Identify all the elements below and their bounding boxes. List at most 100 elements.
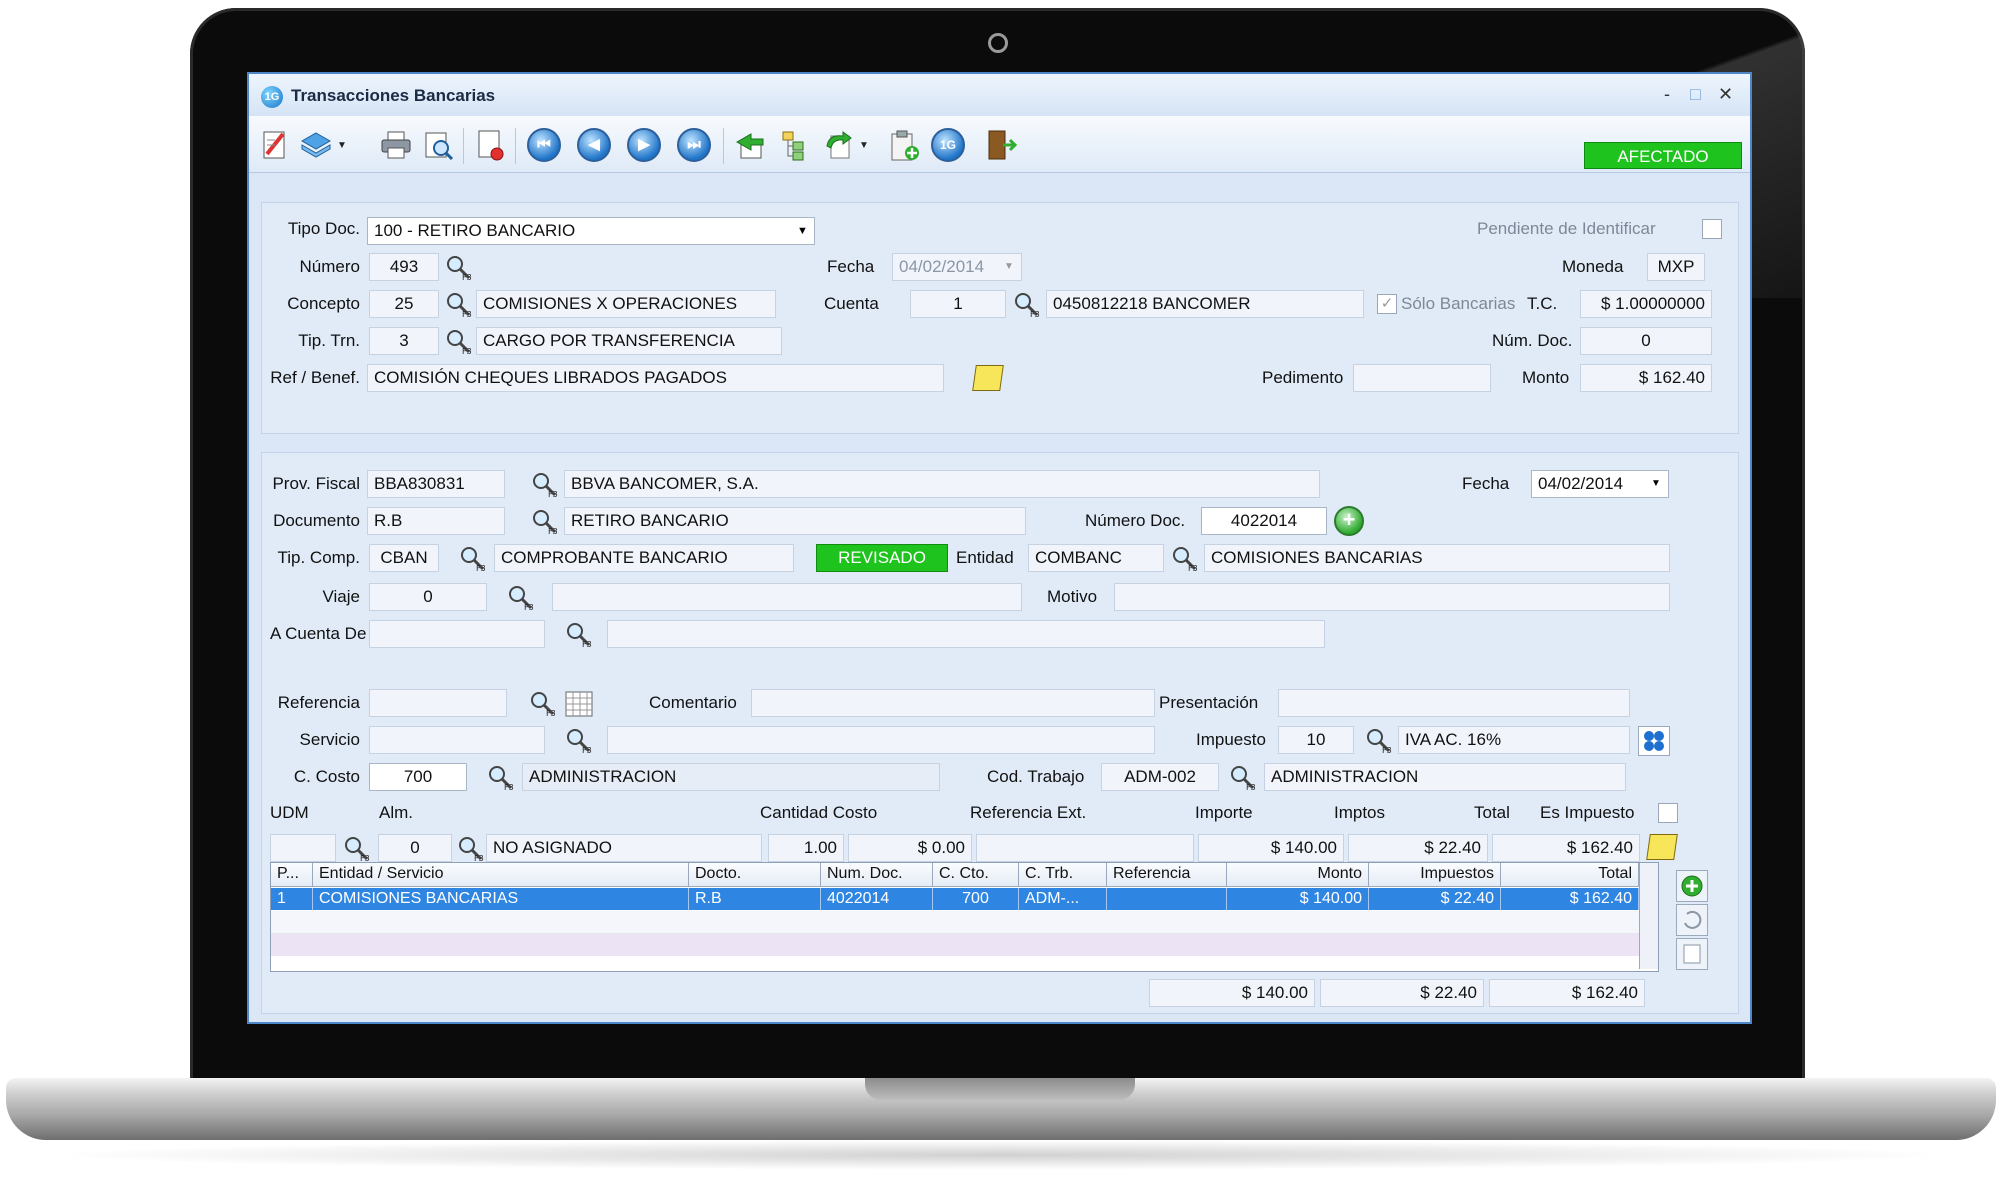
minimize-button[interactable]: - xyxy=(1664,84,1670,105)
costo-field[interactable]: $ 0.00 xyxy=(848,834,972,862)
column-header[interactable]: Impuestos xyxy=(1369,863,1501,887)
apply-icon[interactable] xyxy=(733,128,767,162)
redo-icon[interactable] xyxy=(821,128,855,162)
app-logo-icon[interactable]: 1G xyxy=(931,128,965,162)
column-header[interactable]: P... xyxy=(271,863,313,887)
note-icon[interactable] xyxy=(1646,834,1678,860)
comentario-field[interactable] xyxy=(751,689,1155,717)
fecha-field[interactable]: 04/02/2014 xyxy=(892,253,1022,281)
tree-icon[interactable] xyxy=(779,128,813,162)
udm-field[interactable] xyxy=(270,834,336,862)
column-header[interactable]: Total xyxy=(1501,863,1639,887)
first-icon[interactable]: ⏮ xyxy=(527,128,561,162)
table-cell[interactable]: 700 xyxy=(933,888,1019,910)
column-header[interactable]: C. Cto. xyxy=(933,863,1019,887)
chevron-down-icon[interactable]: ▼ xyxy=(337,140,347,151)
tip-trn-field[interactable]: 3 xyxy=(369,327,439,355)
lookup-icon[interactable]: F3 xyxy=(342,834,370,863)
lookup-icon[interactable]: F3 xyxy=(506,583,534,612)
calendar-grid-icon[interactable] xyxy=(564,689,594,719)
table-cell[interactable]: $ 162.40 xyxy=(1501,888,1639,910)
motivo-field[interactable] xyxy=(1114,583,1670,611)
table-cell[interactable]: 4022014 xyxy=(821,888,933,910)
chevron-down-icon[interactable]: ▼ xyxy=(797,225,808,237)
referencia-field[interactable] xyxy=(369,689,507,717)
documento-field[interactable]: R.B xyxy=(367,507,505,535)
next-icon[interactable]: ▶ xyxy=(627,128,661,162)
note-icon[interactable] xyxy=(972,365,1004,391)
lookup-icon[interactable]: F3 xyxy=(1012,290,1040,319)
delete-doc-icon[interactable] xyxy=(473,128,507,162)
last-icon[interactable]: ⏭ xyxy=(677,128,711,162)
tax-grid-icon[interactable] xyxy=(1638,726,1670,756)
viaje-field[interactable]: 0 xyxy=(369,583,487,611)
moneda-field[interactable]: MXP xyxy=(1647,253,1705,281)
table-cell[interactable]: $ 22.40 xyxy=(1369,888,1501,910)
print-icon[interactable] xyxy=(379,128,413,162)
lookup-icon[interactable]: F3 xyxy=(444,253,472,282)
preview-icon[interactable] xyxy=(421,128,455,162)
detail-fecha-field[interactable]: 04/02/2014 xyxy=(1531,470,1669,498)
column-header[interactable]: Monto xyxy=(1227,863,1369,887)
imptos-field[interactable]: $ 22.40 xyxy=(1348,834,1488,862)
pedimento-field[interactable] xyxy=(1353,364,1491,392)
table-cell[interactable] xyxy=(1107,888,1227,910)
solo-bancarias-checkbox[interactable]: ✓ xyxy=(1377,294,1397,314)
referencia-ext-field[interactable] xyxy=(976,834,1194,862)
refresh-row-button[interactable] xyxy=(1676,904,1708,936)
cuenta-field[interactable]: 1 xyxy=(910,290,1006,318)
prov-fiscal-field[interactable]: BBA830831 xyxy=(367,470,505,498)
total-field[interactable]: $ 162.40 xyxy=(1492,834,1640,862)
monto-field[interactable]: $ 162.40 xyxy=(1580,364,1712,392)
add-icon[interactable]: + xyxy=(1334,506,1364,536)
tip-comp-field[interactable]: CBAN xyxy=(369,544,439,572)
num-doc-field[interactable]: 0 xyxy=(1580,327,1712,355)
lookup-icon[interactable]: F3 xyxy=(564,620,592,649)
presentacion-field[interactable] xyxy=(1278,689,1630,717)
alm-field[interactable]: 0 xyxy=(378,834,452,862)
concepto-field[interactable]: 25 xyxy=(369,290,439,318)
table-row[interactable] xyxy=(271,911,1639,934)
table-cell[interactable]: R.B xyxy=(689,888,821,910)
lookup-icon[interactable]: F3 xyxy=(444,327,472,356)
lookup-icon[interactable]: F3 xyxy=(528,689,556,718)
exit-icon[interactable] xyxy=(983,128,1018,162)
entidad-field[interactable]: COMBANC xyxy=(1028,544,1164,572)
column-header[interactable]: Referencia xyxy=(1107,863,1227,887)
tipo-doc-select[interactable]: 100 - RETIRO BANCARIO xyxy=(367,217,815,245)
table-cell[interactable]: COMISIONES BANCARIAS xyxy=(313,888,689,910)
c-costo-field[interactable]: 700 xyxy=(369,763,467,791)
lookup-icon[interactable]: F3 xyxy=(1364,726,1392,755)
importe-field[interactable]: $ 140.00 xyxy=(1198,834,1344,862)
numero-doc-field[interactable]: 4022014 xyxy=(1201,507,1327,535)
cantidad-field[interactable]: 1.00 xyxy=(768,834,844,862)
column-header[interactable]: Num. Doc. xyxy=(821,863,933,887)
impuesto-field[interactable]: 10 xyxy=(1278,726,1354,754)
numero-field[interactable]: 493 xyxy=(369,253,439,281)
column-header[interactable]: C. Trb. xyxy=(1019,863,1107,887)
servicio-field[interactable] xyxy=(369,726,545,754)
a-cuenta-de-field[interactable] xyxy=(369,620,545,648)
lookup-icon[interactable]: F3 xyxy=(444,290,472,319)
pendiente-checkbox[interactable] xyxy=(1702,219,1722,239)
table-cell[interactable]: ADM-... xyxy=(1019,888,1107,910)
add-row-button[interactable] xyxy=(1676,870,1708,902)
ref-benef-field[interactable]: COMISIÓN CHEQUES LIBRADOS PAGADOS xyxy=(367,364,944,392)
table-row[interactable] xyxy=(271,934,1639,956)
chevron-down-icon[interactable]: ▼ xyxy=(1651,478,1661,489)
grid-scrollbar[interactable] xyxy=(1639,863,1658,969)
lookup-icon[interactable]: F3 xyxy=(486,763,514,792)
chevron-down-icon[interactable]: ▼ xyxy=(1004,261,1014,272)
close-button[interactable]: ✕ xyxy=(1718,84,1733,105)
lookup-icon[interactable]: F3 xyxy=(458,544,486,573)
delete-row-button[interactable] xyxy=(1676,938,1708,970)
cod-trabajo-field[interactable]: ADM-002 xyxy=(1101,763,1219,791)
maximize-button[interactable]: □ xyxy=(1690,84,1701,105)
prev-icon[interactable]: ◀ xyxy=(577,128,611,162)
lookup-icon[interactable]: F3 xyxy=(530,470,558,499)
edit-icon[interactable] xyxy=(257,128,291,162)
table-cell[interactable]: 1 xyxy=(271,888,313,910)
column-header[interactable]: Docto. xyxy=(689,863,821,887)
lookup-icon[interactable]: F3 xyxy=(1228,763,1256,792)
chevron-down-icon[interactable]: ▼ xyxy=(859,140,869,151)
